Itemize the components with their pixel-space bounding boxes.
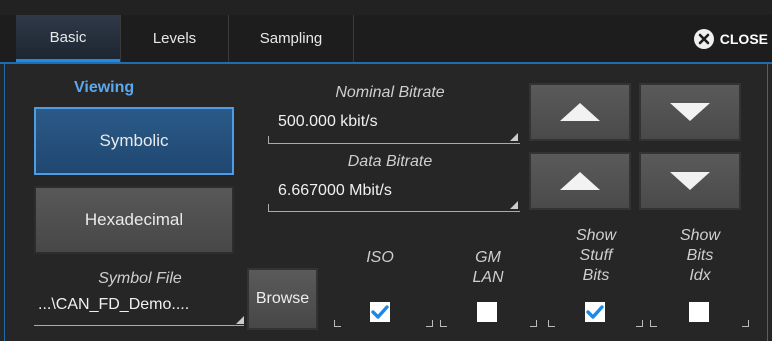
show-stuff-bits-checkbox[interactable]: [585, 302, 605, 322]
close-button[interactable]: CLOSE: [693, 15, 772, 62]
label-line: Show: [575, 227, 617, 244]
label-line: GM: [475, 249, 501, 266]
corner-tick: [426, 320, 433, 327]
label-line: Bits: [686, 247, 714, 264]
symbolic-button[interactable]: Symbolic: [34, 107, 234, 175]
gm-lan-label: GM LAN: [458, 248, 518, 288]
nominal-bitrate-field[interactable]: 500.000 kbit/s: [278, 113, 378, 131]
label-line: LAN: [472, 269, 504, 286]
corner-tick: [530, 320, 537, 327]
show-bits-idx-label: Show Bits Idx: [670, 226, 730, 286]
show-bits-idx-checkbox[interactable]: [689, 302, 709, 322]
tab-label: Levels: [152, 30, 197, 47]
nominal-bitrate-underline: [268, 143, 520, 144]
close-label: CLOSE: [719, 30, 768, 47]
trigger-setup-dialog: Basic Levels Sampling CLOSE Viewing Symb…: [0, 0, 772, 341]
corner-tick: [742, 320, 749, 327]
hexadecimal-label: Hexadecimal: [84, 210, 184, 229]
nominal-bitrate-down-button[interactable]: [639, 83, 741, 141]
tab-bar: Basic Levels Sampling CLOSE: [0, 15, 772, 64]
data-bitrate-field[interactable]: 6.667000 Mbit/s: [278, 182, 392, 200]
hexadecimal-button[interactable]: Hexadecimal: [34, 186, 234, 254]
browse-button[interactable]: Browse: [247, 268, 318, 330]
label-line: Stuff: [579, 247, 613, 264]
arrow-down-icon: [670, 172, 710, 190]
corner-tick: [636, 320, 643, 327]
symbolic-label: Symbolic: [99, 131, 169, 150]
close-icon: [693, 28, 714, 49]
tab-separator: [353, 15, 354, 62]
symbol-file-underline: [34, 325, 244, 326]
tab-levels[interactable]: Levels: [121, 15, 228, 62]
viewing-heading: Viewing: [74, 79, 135, 96]
label-line: Idx: [689, 267, 711, 284]
arrow-down-icon: [670, 103, 710, 121]
show-stuff-bits-label: Show Stuff Bits: [566, 226, 626, 286]
tab-sampling[interactable]: Sampling: [229, 15, 353, 62]
data-bitrate-up-button[interactable]: [529, 152, 631, 210]
label-line: Show: [679, 227, 721, 244]
corner-tick: [440, 320, 447, 327]
dropdown-corner-icon: [510, 201, 518, 209]
data-bitrate-underline: [268, 211, 520, 212]
gm-lan-checkbox[interactable]: [477, 302, 497, 322]
arrow-up-icon: [560, 172, 600, 190]
checkmark-icon: [586, 305, 604, 319]
corner-tick: [548, 320, 555, 327]
label-line: ISO: [366, 249, 394, 266]
tab-label: Basic: [49, 28, 87, 46]
symbol-file-label: Symbol File: [98, 270, 182, 287]
dropdown-corner-icon: [236, 316, 244, 324]
browse-label: Browse: [255, 290, 310, 307]
nominal-bitrate-up-button[interactable]: [529, 83, 631, 141]
corner-tick: [334, 320, 341, 327]
label-line: Bits: [582, 267, 610, 284]
data-bitrate-down-button[interactable]: [639, 152, 741, 210]
corner-tick: [650, 320, 657, 327]
nominal-bitrate-label: Nominal Bitrate: [335, 84, 445, 101]
tab-label: Sampling: [259, 30, 323, 47]
data-bitrate-label: Data Bitrate: [347, 153, 433, 170]
iso-checkbox[interactable]: [370, 302, 390, 322]
symbol-file-field[interactable]: ...\CAN_FD_Demo....: [38, 296, 189, 314]
tab-basic[interactable]: Basic: [16, 15, 120, 62]
dropdown-corner-icon: [510, 133, 518, 141]
field-tick: [268, 136, 269, 144]
field-tick: [268, 204, 269, 212]
arrow-up-icon: [560, 103, 600, 121]
iso-label: ISO: [350, 248, 410, 268]
checkmark-icon: [371, 305, 389, 319]
